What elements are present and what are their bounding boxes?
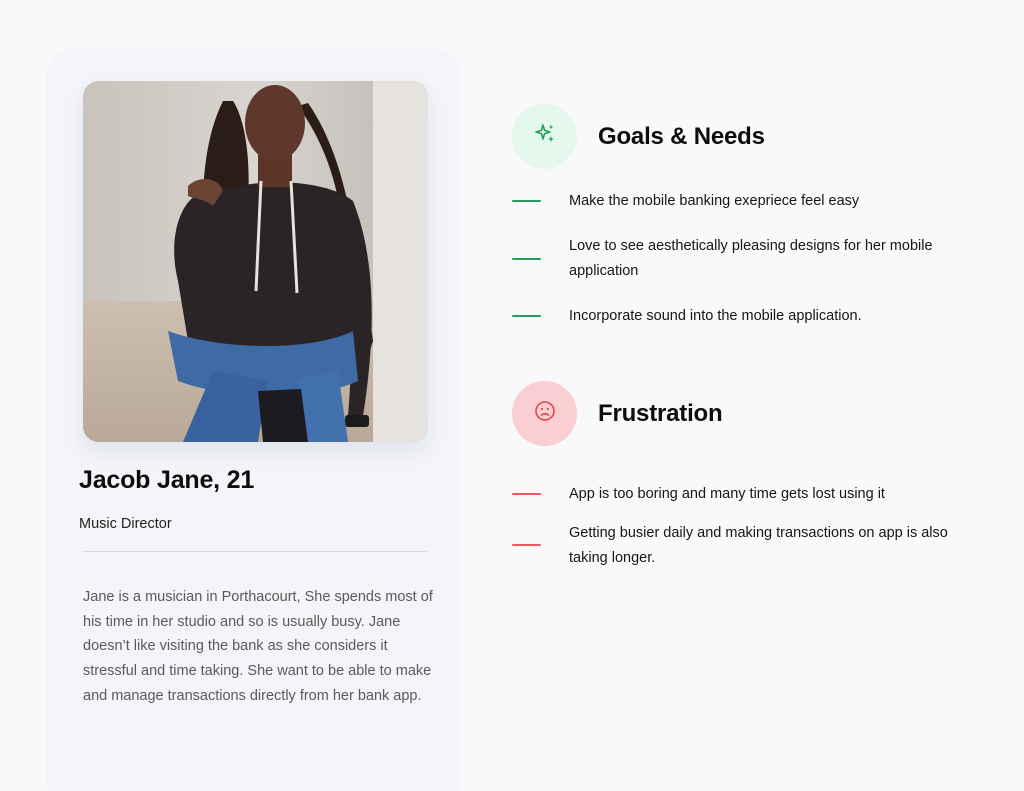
profile-photo — [83, 81, 428, 442]
frustration-title: Frustration — [598, 399, 723, 427]
persona-role: Music Director — [79, 516, 172, 532]
goal-bullet-dash — [512, 258, 541, 260]
sad-face-icon — [533, 399, 557, 428]
goals-icon-badge — [512, 104, 577, 169]
frustration-section-header: Frustration — [512, 381, 723, 446]
persona-page: Jacob Jane, 21 Music Director Jane is a … — [0, 0, 1024, 791]
frustration-item-text: App is too boring and many time gets los… — [569, 486, 885, 502]
profile-divider — [83, 551, 427, 552]
frustration-icon-badge — [512, 381, 577, 446]
profile-card: Jacob Jane, 21 Music Director Jane is a … — [46, 48, 460, 791]
frustration-item-text: Getting busier daily and making transact… — [569, 525, 948, 566]
persona-name: Jacob Jane, 21 — [79, 466, 255, 494]
goals-section-header: Goals & Needs — [512, 104, 765, 169]
goal-item-text: Make the mobile banking exepriece feel e… — [569, 193, 860, 209]
goal-item-text: Love to see aesthetically pleasing desig… — [569, 238, 933, 279]
goals-title: Goals & Needs — [598, 122, 765, 150]
goal-bullet-dash — [512, 200, 541, 202]
frustration-bullet-dash — [512, 544, 541, 546]
goal-bullet-dash — [512, 315, 541, 317]
frustration-bullet-dash — [512, 493, 541, 495]
goal-item-text: Incorporate sound into the mobile applic… — [569, 308, 862, 324]
sparkle-icon — [533, 122, 557, 151]
persona-bio: Jane is a musician in Porthacourt, She s… — [83, 589, 433, 704]
